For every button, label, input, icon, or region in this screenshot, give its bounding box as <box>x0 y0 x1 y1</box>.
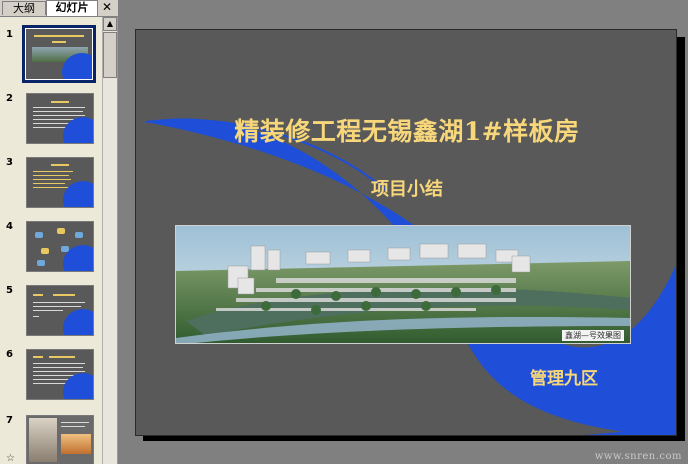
thumbnail-image[interactable] <box>26 93 94 144</box>
star-icon: ☆ <box>6 453 15 464</box>
tab-outline[interactable]: 大纲 <box>2 1 46 15</box>
thumbnail-4[interactable]: 4 <box>0 221 102 277</box>
thumbnail-list: 1 2 3 4 5 6 7 ☆ <box>0 17 102 464</box>
thumbnail-number: 5 <box>6 285 13 296</box>
thumbnail-2[interactable]: 2 <box>0 93 102 149</box>
thumbnail-image[interactable] <box>22 25 96 83</box>
thumbnail-number: 3 <box>6 157 13 168</box>
slides-panel: 大纲 幻灯片 ✕ 1 2 3 4 5 6 7 ☆ ▲ <box>0 0 118 464</box>
scroll-up-icon[interactable]: ▲ <box>103 17 117 31</box>
thumbnail-image[interactable] <box>26 415 94 464</box>
close-icon[interactable]: ✕ <box>100 0 114 15</box>
thumbnail-6[interactable]: 6 <box>0 349 102 405</box>
thumbnail-image[interactable] <box>26 157 94 208</box>
thumbnail-number: 6 <box>6 349 13 360</box>
watermark: www.snren.com <box>594 451 682 462</box>
department-label: 管理九区 <box>530 369 598 389</box>
panel-tabs: 大纲 幻灯片 ✕ <box>0 0 118 17</box>
thumbnail-1[interactable]: 1 <box>0 25 102 85</box>
rendering-photo: 鑫湖—号效果图 <box>175 225 631 344</box>
thumbnail-number: 2 <box>6 93 13 104</box>
thumbnail-number: 4 <box>6 221 13 232</box>
thumbnail-3[interactable]: 3 <box>0 157 102 213</box>
current-slide[interactable]: 精装修工程无锡鑫湖1#样板房 项目小结 鑫湖—号效果图 管理九区 <box>135 29 677 436</box>
thumbnail-image[interactable] <box>26 349 94 400</box>
scrollbar-thumb[interactable] <box>103 32 117 78</box>
slide-title: 精装修工程无锡鑫湖1#样板房 <box>234 117 580 146</box>
thumbnail-number: 7 <box>6 415 13 426</box>
thumbnail-image[interactable] <box>26 285 94 336</box>
thumbnail-image[interactable] <box>26 221 94 272</box>
thumbnail-scrollbar[interactable]: ▲ <box>102 17 117 464</box>
tab-slides[interactable]: 幻灯片 <box>46 0 98 16</box>
aerial-city-image <box>176 226 630 343</box>
thumbnail-5[interactable]: 5 <box>0 285 102 341</box>
thumbnail-7[interactable]: 7 <box>0 415 102 464</box>
photo-caption: 鑫湖—号效果图 <box>562 330 624 341</box>
slide-subtitle: 项目小结 <box>371 179 443 200</box>
thumbnail-number: 1 <box>6 29 13 40</box>
